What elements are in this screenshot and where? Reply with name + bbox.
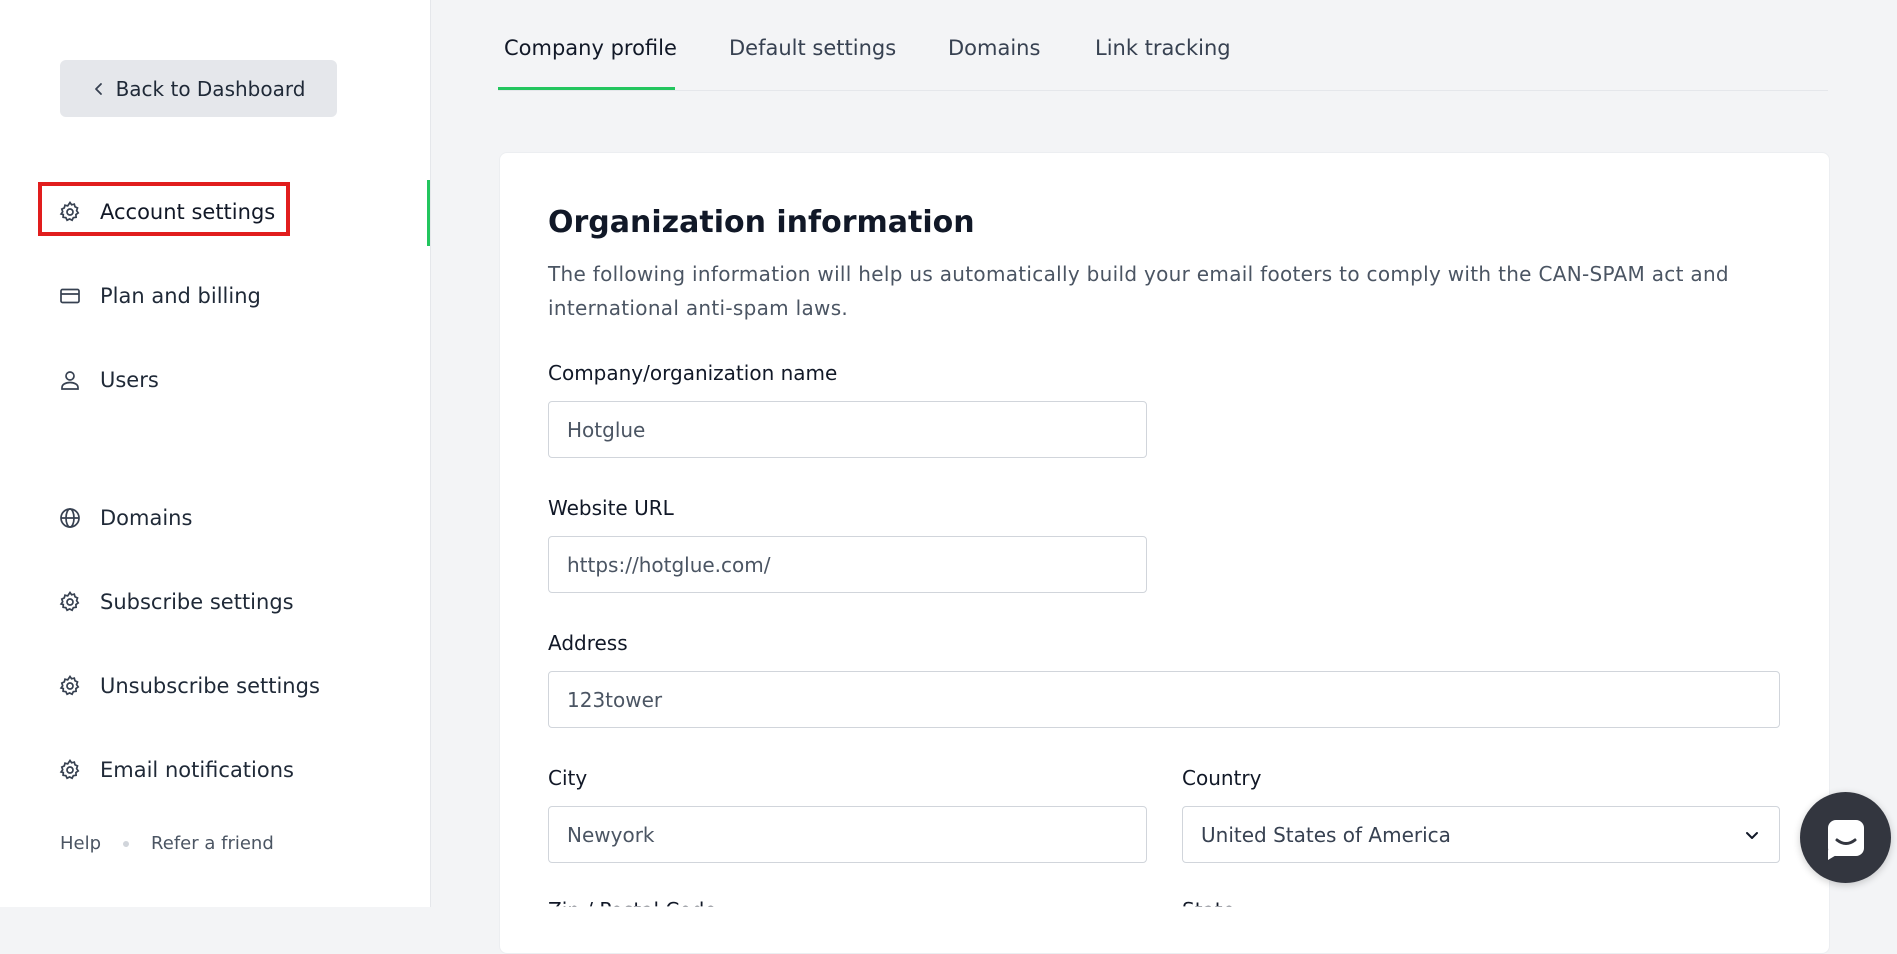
sidebar-item-email-notifications[interactable]: Email notifications bbox=[58, 750, 294, 790]
organization-card: Organization information The following i… bbox=[499, 152, 1830, 954]
website-url-label: Website URL bbox=[548, 496, 674, 520]
credit-card-icon bbox=[60, 288, 80, 304]
chevron-down-icon bbox=[1746, 831, 1758, 839]
sidebar: Back to Dashboard Account settings Plan … bbox=[0, 0, 431, 907]
sidebar-item-label: Users bbox=[100, 368, 159, 392]
chat-icon bbox=[1827, 819, 1864, 860]
active-indicator bbox=[427, 180, 430, 246]
tab-default-settings[interactable]: Default settings bbox=[729, 36, 896, 60]
sidebar-item-label: Subscribe settings bbox=[100, 590, 294, 614]
back-to-dashboard-label: Back to Dashboard bbox=[115, 76, 306, 101]
sidebar-item-unsubscribe-settings[interactable]: Unsubscribe settings bbox=[58, 666, 320, 706]
city-input[interactable] bbox=[548, 806, 1147, 863]
chat-widget-button[interactable] bbox=[1800, 792, 1891, 883]
city-label: City bbox=[548, 766, 588, 790]
refer-a-friend-link[interactable]: Refer a friend bbox=[151, 833, 274, 854]
address-input[interactable] bbox=[548, 671, 1780, 728]
gear-icon bbox=[59, 674, 80, 696]
separator-dot bbox=[123, 840, 130, 847]
sidebar-item-plan-and-billing[interactable]: Plan and billing bbox=[58, 276, 261, 316]
sidebar-item-subscribe-settings[interactable]: Subscribe settings bbox=[58, 582, 294, 622]
country-select-value: United States of America bbox=[1201, 822, 1451, 847]
page-description: The following information will help us a… bbox=[548, 262, 1729, 320]
address-label: Address bbox=[548, 631, 628, 655]
sidebar-item-label: Plan and billing bbox=[100, 284, 261, 308]
back-to-dashboard-button[interactable]: Back to Dashboard bbox=[60, 60, 337, 117]
settings-tabs: Company profile Default settings Domains… bbox=[498, 0, 1828, 91]
active-tab-underline bbox=[498, 87, 675, 90]
website-url-input[interactable] bbox=[548, 536, 1147, 593]
sidebar-item-label: Domains bbox=[100, 506, 193, 530]
sidebar-item-domains[interactable]: Domains bbox=[58, 498, 192, 538]
gear-icon bbox=[59, 590, 80, 612]
sidebar-footer: Help Refer a friend bbox=[60, 833, 274, 854]
company-name-input[interactable] bbox=[548, 401, 1147, 458]
tab-company-profile[interactable]: Company profile bbox=[504, 36, 677, 60]
user-icon bbox=[61, 371, 79, 390]
tab-link-tracking[interactable]: Link tracking bbox=[1095, 36, 1231, 60]
globe-icon bbox=[60, 508, 80, 528]
page-title: Organization information bbox=[548, 205, 975, 240]
tab-domains[interactable]: Domains bbox=[948, 36, 1040, 60]
sidebar-item-label: Email notifications bbox=[100, 758, 294, 782]
country-label: Country bbox=[1182, 766, 1262, 790]
help-link[interactable]: Help bbox=[60, 833, 101, 854]
company-name-label: Company/organization name bbox=[548, 361, 838, 385]
state-label: State bbox=[1182, 898, 1235, 922]
chevron-left-icon bbox=[94, 82, 102, 95]
zip-code-label: Zip / Postal Code bbox=[548, 898, 717, 922]
country-select[interactable]: United States of America bbox=[1182, 806, 1780, 863]
highlight-box bbox=[38, 182, 290, 236]
gear-icon bbox=[59, 758, 80, 780]
sidebar-item-users[interactable]: Users bbox=[58, 360, 159, 400]
sidebar-item-label: Unsubscribe settings bbox=[100, 674, 320, 698]
